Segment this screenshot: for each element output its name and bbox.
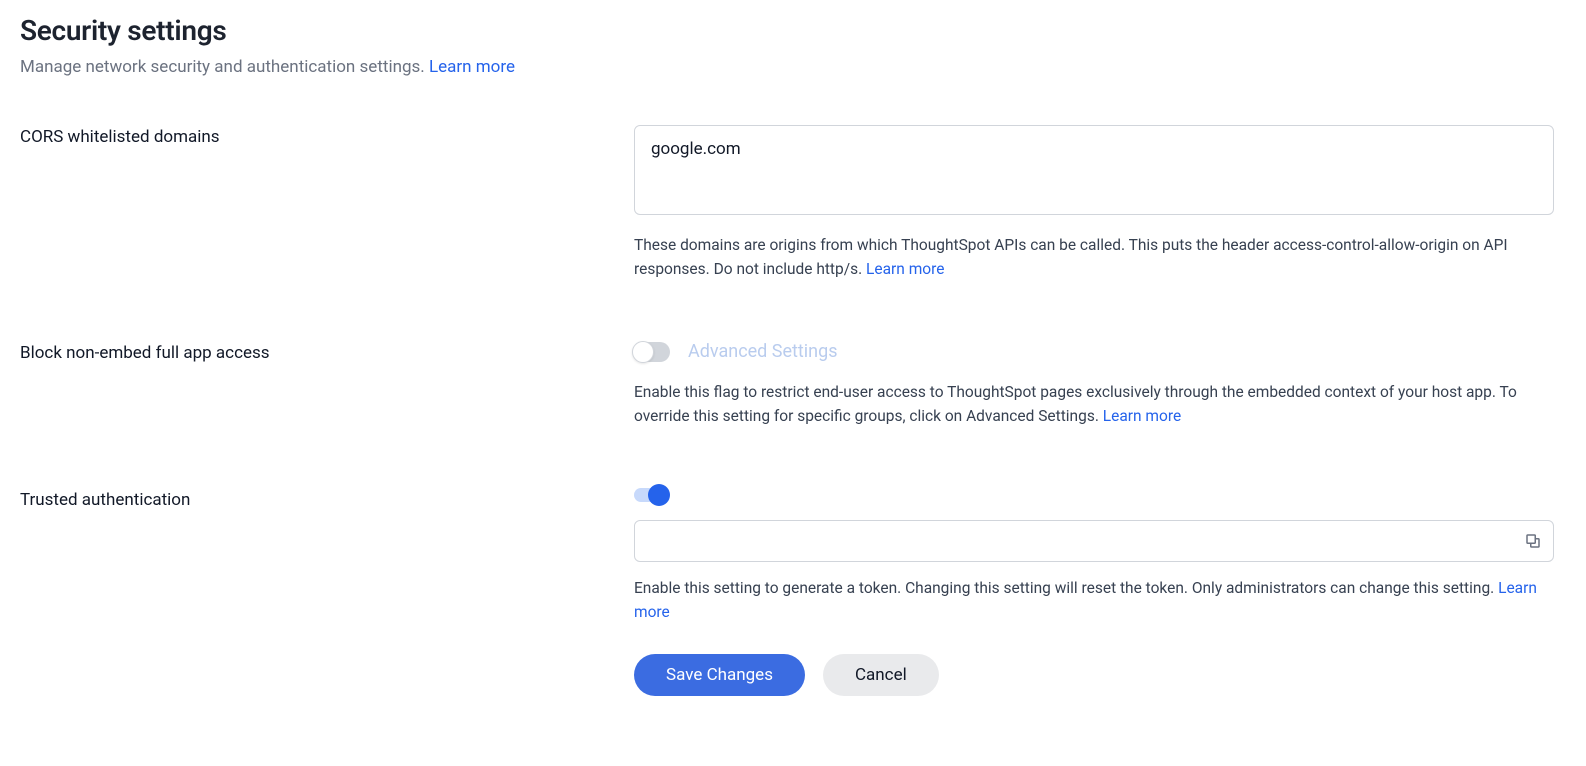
trusted-auth-help-text: Enable this setting to generate a token.… <box>634 576 1554 624</box>
setting-label-col: CORS whitelisted domains <box>20 125 634 147</box>
trusted-auth-toggle[interactable] <box>634 488 666 502</box>
token-input[interactable] <box>634 520 1554 562</box>
setting-trusted-auth: Trusted authentication Enable this setti… <box>20 488 1566 696</box>
block-embed-learn-more-link[interactable]: Learn more <box>1103 407 1181 425</box>
cors-label: CORS whitelisted domains <box>20 127 634 147</box>
cancel-button[interactable]: Cancel <box>823 654 939 696</box>
trusted-auth-label: Trusted authentication <box>20 490 634 510</box>
setting-control-col: These domains are origins from which Tho… <box>634 125 1554 281</box>
token-input-wrap <box>634 520 1554 562</box>
subtitle-text: Manage network security and authenticati… <box>20 57 425 77</box>
toggle-knob-icon <box>632 341 654 363</box>
cors-domains-input[interactable] <box>634 125 1554 215</box>
trusted-auth-help: Enable this setting to generate a token.… <box>634 579 1494 597</box>
block-embed-label: Block non-embed full app access <box>20 343 634 363</box>
header-learn-more-link[interactable]: Learn more <box>429 57 515 77</box>
block-embed-help-text: Enable this flag to restrict end-user ac… <box>634 380 1554 428</box>
setting-cors: CORS whitelisted domains These domains a… <box>20 125 1566 281</box>
setting-label-col: Block non-embed full app access <box>20 341 634 363</box>
toggle-knob-icon <box>648 484 670 506</box>
page-subtitle: Manage network security and authenticati… <box>20 57 1566 77</box>
copy-icon[interactable] <box>1524 532 1542 550</box>
block-embed-toggle[interactable] <box>634 342 670 362</box>
cors-help-text: These domains are origins from which Tho… <box>634 233 1554 281</box>
save-button[interactable]: Save Changes <box>634 654 805 696</box>
button-row: Save Changes Cancel <box>634 654 1554 696</box>
setting-block-embed: Block non-embed full app access Advanced… <box>20 341 1566 428</box>
block-embed-help: Enable this flag to restrict end-user ac… <box>634 383 1517 425</box>
setting-label-col: Trusted authentication <box>20 488 634 510</box>
setting-control-col: Enable this setting to generate a token.… <box>634 488 1554 696</box>
block-embed-toggle-row: Advanced Settings <box>634 341 1554 362</box>
page-title: Security settings <box>20 14 1566 47</box>
setting-control-col: Advanced Settings Enable this flag to re… <box>634 341 1554 428</box>
cors-learn-more-link[interactable]: Learn more <box>866 260 944 278</box>
trusted-auth-toggle-row <box>634 488 1554 502</box>
advanced-settings-link: Advanced Settings <box>688 341 838 362</box>
cors-help: These domains are origins from which Tho… <box>634 236 1508 278</box>
